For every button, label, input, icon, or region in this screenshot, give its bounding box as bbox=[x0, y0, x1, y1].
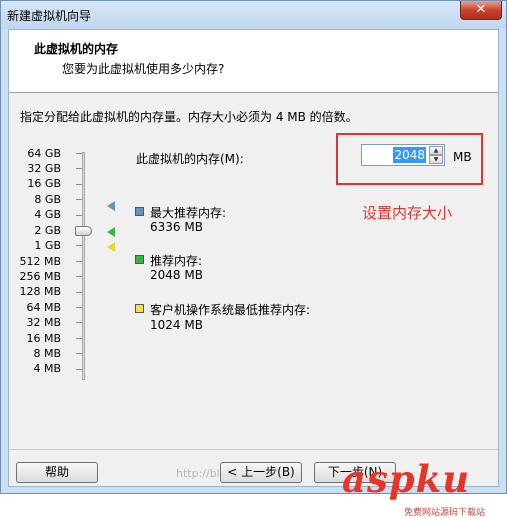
slider-tick bbox=[76, 337, 82, 339]
slider-tick bbox=[76, 260, 82, 262]
header-band: 此虚拟机的内存 您要为此虚拟机使用多少内存? bbox=[9, 30, 498, 93]
slider-tick bbox=[76, 353, 82, 355]
close-button[interactable]: ✕ bbox=[460, 1, 502, 20]
scale-label: 64 GB bbox=[27, 147, 61, 160]
slider-tick bbox=[76, 153, 82, 154]
slider-tick bbox=[76, 307, 82, 308]
window-title: 新建虚拟机向导 bbox=[7, 9, 92, 23]
scale-label: 1 GB bbox=[34, 239, 61, 252]
help-button[interactable]: 帮助 bbox=[16, 462, 98, 483]
slider-tick bbox=[76, 276, 82, 278]
slider-tick bbox=[76, 368, 82, 370]
scale-label: 2 GB bbox=[34, 224, 61, 237]
scale-label: 4 MB bbox=[33, 362, 61, 375]
legend-title: 最大推荐内存: bbox=[150, 206, 227, 220]
wizard-window: 新建虚拟机向导 ✕ 此虚拟机的内存 您要为此虚拟机使用多少内存? 指定分配给此虚… bbox=[0, 0, 507, 518]
scale-label: 32 GB bbox=[27, 162, 61, 175]
title-bar[interactable]: 新建虚拟机向导 ✕ bbox=[1, 1, 506, 29]
memory-label: 此虚拟机的内存(M): bbox=[136, 152, 244, 166]
page-subtitle: 您要为此虚拟机使用多少内存? bbox=[62, 62, 225, 76]
slider-tick bbox=[76, 168, 82, 170]
legend-value: 1024 MB bbox=[150, 318, 203, 332]
scale-label: 256 MB bbox=[19, 270, 61, 283]
recommended-square-icon bbox=[135, 255, 144, 264]
recommended-marker-icon bbox=[107, 227, 115, 237]
scale-label: 128 MB bbox=[19, 285, 61, 298]
slider-tick bbox=[76, 183, 82, 185]
max-recommended-marker-icon bbox=[107, 201, 115, 211]
annotation-highlight-box bbox=[336, 133, 483, 185]
slider-tick bbox=[76, 199, 82, 201]
scale-label: 8 MB bbox=[33, 347, 61, 360]
min-recommended-marker-icon bbox=[107, 242, 115, 252]
instruction-text: 指定分配给此虚拟机的内存量。内存大小必须为 4 MB 的倍数。 bbox=[20, 110, 358, 124]
max-recommended-square-icon bbox=[135, 207, 144, 216]
back-button[interactable]: < 上一步(B) bbox=[220, 462, 302, 483]
logo-subtitle: 免费网站源码下载站 bbox=[404, 508, 486, 518]
legend-value: 2048 MB bbox=[150, 268, 203, 282]
scale-label: 512 MB bbox=[19, 255, 61, 268]
annotation-text: 设置内存大小 bbox=[362, 204, 453, 222]
memory-slider-track[interactable] bbox=[82, 152, 85, 380]
wizard-content: 此虚拟机的内存 您要为此虚拟机使用多少内存? 指定分配给此虚拟机的内存量。内存大… bbox=[8, 29, 499, 518]
scale-label: 8 GB bbox=[34, 193, 61, 206]
slider-tick bbox=[76, 245, 82, 247]
legend-value: 6336 MB bbox=[150, 220, 203, 234]
legend-title: 推荐内存: bbox=[150, 254, 203, 268]
page-title: 此虚拟机的内存 bbox=[34, 42, 119, 56]
memory-scale: 64 GB 32 GB 16 GB 8 GB 4 GB 2 GB 1 GB 51… bbox=[9, 147, 61, 377]
slider-tick bbox=[76, 291, 82, 293]
aspku-logo: aspku bbox=[342, 457, 471, 501]
scale-label: 16 GB bbox=[27, 177, 61, 190]
footer-divider bbox=[9, 449, 498, 450]
scale-label: 16 MB bbox=[26, 332, 61, 345]
scale-label: 4 GB bbox=[34, 208, 61, 221]
slider-tick bbox=[76, 322, 82, 324]
scale-label: 64 MB bbox=[26, 301, 61, 314]
memory-slider-thumb[interactable] bbox=[75, 226, 92, 236]
slider-tick bbox=[76, 214, 82, 216]
legend-title: 客户机操作系统最低推荐内存: bbox=[150, 303, 311, 317]
scale-label: 32 MB bbox=[26, 316, 61, 329]
min-recommended-square-icon bbox=[135, 304, 144, 313]
